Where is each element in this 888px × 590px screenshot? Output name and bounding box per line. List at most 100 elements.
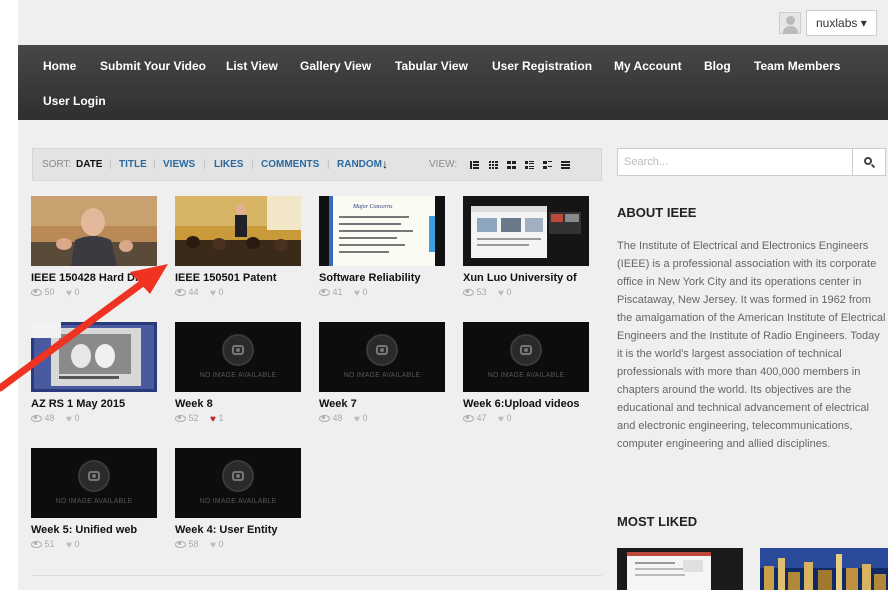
camera-icon bbox=[222, 460, 254, 492]
video-title[interactable]: Week 5: Unified web bbox=[31, 524, 181, 536]
no-image-text: NO IMAGE AVAILABLE bbox=[343, 372, 421, 379]
sort-separator: | bbox=[203, 159, 206, 170]
camera-icon bbox=[366, 334, 398, 366]
like-count: 0 bbox=[74, 413, 80, 423]
video-title[interactable]: Week 6:Upload videos bbox=[463, 398, 613, 410]
user-avatar[interactable] bbox=[779, 12, 801, 34]
sort-bar: SORT: DATE | TITLE | VIEWS | LIKES | COM… bbox=[32, 148, 602, 181]
user-menu[interactable]: nuxlabs ▾ bbox=[806, 10, 877, 36]
video-stats: 52 ♥ 1 bbox=[175, 413, 305, 425]
video-thumbnail[interactable] bbox=[31, 196, 157, 266]
nav-item-tabular-view[interactable]: Tabular View bbox=[395, 59, 468, 73]
video-stats: 48 ♥ 0 bbox=[31, 413, 161, 425]
video-title[interactable]: IEEE 150428 Hard Drive bbox=[31, 272, 181, 284]
username: nuxlabs bbox=[816, 16, 858, 30]
sort-likes[interactable]: LIKES bbox=[214, 159, 243, 170]
view-label: VIEW: bbox=[429, 159, 458, 170]
sort-title[interactable]: TITLE bbox=[119, 159, 147, 170]
view-rows-icon[interactable] bbox=[561, 161, 570, 169]
heart-icon: ♥ bbox=[498, 288, 504, 299]
video-card[interactable]: NO IMAGE AVAILABLE Week 6:Upload videos … bbox=[463, 322, 593, 425]
view-count: 48 bbox=[332, 413, 343, 423]
video-card[interactable]: AZ RS 1 May 2015 48 ♥ 0 bbox=[31, 322, 161, 425]
sort-separator: | bbox=[327, 159, 330, 170]
like-count: 0 bbox=[74, 539, 80, 549]
video-title[interactable]: Week 7 bbox=[319, 398, 469, 410]
video-title[interactable]: AZ RS 1 May 2015 bbox=[31, 398, 181, 410]
nav-item-user-registration[interactable]: User Registration bbox=[492, 59, 592, 73]
sort-separator: | bbox=[109, 159, 112, 170]
view-grid-icon[interactable] bbox=[507, 161, 516, 169]
video-title[interactable]: Week 8 bbox=[175, 398, 325, 410]
video-card[interactable]: IEEE 150501 Patent 44 ♥ 0 bbox=[175, 196, 305, 299]
like-count: 0 bbox=[506, 287, 512, 297]
camera-icon bbox=[510, 334, 542, 366]
video-title[interactable]: Xun Luo University of bbox=[463, 272, 613, 284]
sort-date[interactable]: DATE bbox=[76, 159, 102, 170]
about-text: The Institute of Electrical and Electron… bbox=[617, 240, 886, 450]
video-stats: 44 ♥ 0 bbox=[175, 287, 305, 299]
video-card[interactable]: NO IMAGE AVAILABLE Week 4: User Entity 5… bbox=[175, 448, 305, 551]
heart-icon: ♥ bbox=[66, 540, 72, 551]
like-count: 0 bbox=[362, 413, 368, 423]
like-count: 0 bbox=[218, 287, 224, 297]
slide-heading: Major Concerns bbox=[352, 204, 393, 210]
search-input[interactable]: Search... bbox=[617, 148, 853, 176]
slide-thumbnail: Major Concerns bbox=[319, 196, 445, 266]
video-title[interactable]: IEEE 150501 Patent bbox=[175, 272, 325, 284]
nav-item-submit-video[interactable]: Submit Your Video bbox=[100, 59, 206, 73]
sort-separator: | bbox=[251, 159, 254, 170]
view-grid-small-icon[interactable] bbox=[489, 161, 498, 169]
video-thumbnail[interactable]: NO IMAGE AVAILABLE bbox=[31, 448, 157, 518]
eye-icon bbox=[319, 415, 330, 422]
video-thumbnail[interactable]: NO IMAGE AVAILABLE bbox=[175, 448, 301, 518]
most-liked-thumbnail[interactable] bbox=[760, 548, 888, 590]
video-card[interactable]: Major Concerns Software Reliability 41 ♥… bbox=[319, 196, 449, 299]
video-thumbnail[interactable] bbox=[175, 196, 301, 266]
nav-item-list-view[interactable]: List View bbox=[226, 59, 278, 73]
content-divider bbox=[32, 575, 602, 576]
video-thumbnail[interactable] bbox=[463, 196, 589, 266]
video-title[interactable]: Week 4: User Entity bbox=[175, 524, 325, 536]
video-card[interactable]: NO IMAGE AVAILABLE Week 7 48 ♥ 0 bbox=[319, 322, 449, 425]
sort-comments[interactable]: COMMENTS bbox=[261, 159, 319, 170]
most-liked-thumbnail[interactable] bbox=[617, 548, 743, 590]
sort-label: SORT: bbox=[42, 159, 72, 170]
like-count: 0 bbox=[74, 287, 80, 297]
video-thumbnail[interactable]: NO IMAGE AVAILABLE bbox=[175, 322, 301, 392]
video-stats: 48 ♥ 0 bbox=[319, 413, 449, 425]
nav-item-team-members[interactable]: Team Members bbox=[754, 59, 840, 73]
nav-item-home[interactable]: Home bbox=[43, 59, 76, 73]
eye-icon bbox=[463, 415, 474, 422]
nav-item-my-account[interactable]: My Account bbox=[614, 59, 682, 73]
heart-icon: ♥ bbox=[210, 288, 216, 299]
search-button[interactable] bbox=[853, 148, 886, 176]
view-list-icon[interactable] bbox=[470, 161, 479, 169]
sort-random[interactable]: RANDOM bbox=[337, 159, 382, 170]
eye-icon bbox=[175, 541, 186, 548]
video-stats: 53 ♥ 0 bbox=[463, 287, 593, 299]
sort-views[interactable]: VIEWS bbox=[163, 159, 195, 170]
heart-icon: ♥ bbox=[354, 288, 360, 299]
video-card[interactable]: IEEE 150428 Hard Drive 50 ♥ 0 bbox=[31, 196, 161, 299]
lecture-photo-thumbnail bbox=[175, 196, 301, 266]
video-thumbnail[interactable] bbox=[31, 322, 157, 392]
video-card[interactable]: NO IMAGE AVAILABLE Week 5: Unified web 5… bbox=[31, 448, 161, 551]
eye-icon bbox=[175, 289, 186, 296]
nav-item-gallery-view[interactable]: Gallery View bbox=[300, 59, 371, 73]
video-thumbnail[interactable]: NO IMAGE AVAILABLE bbox=[319, 322, 445, 392]
chevron-down-icon: ▾ bbox=[860, 16, 867, 30]
video-title[interactable]: Software Reliability bbox=[319, 272, 469, 284]
view-thumb-list-icon[interactable] bbox=[525, 161, 534, 169]
video-card[interactable]: NO IMAGE AVAILABLE Week 8 52 ♥ 1 bbox=[175, 322, 305, 425]
view-count: 47 bbox=[476, 413, 487, 423]
video-thumbnail[interactable]: Major Concerns bbox=[319, 196, 445, 266]
video-thumbnail[interactable]: NO IMAGE AVAILABLE bbox=[463, 322, 589, 392]
nav-item-user-login[interactable]: User Login bbox=[43, 94, 106, 108]
no-image-text: NO IMAGE AVAILABLE bbox=[199, 498, 277, 505]
view-count: 52 bbox=[188, 413, 199, 423]
eye-icon bbox=[31, 541, 42, 548]
nav-item-blog[interactable]: Blog bbox=[704, 59, 731, 73]
video-card[interactable]: Xun Luo University of 53 ♥ 0 bbox=[463, 196, 593, 299]
view-medium-icon[interactable] bbox=[543, 161, 552, 169]
